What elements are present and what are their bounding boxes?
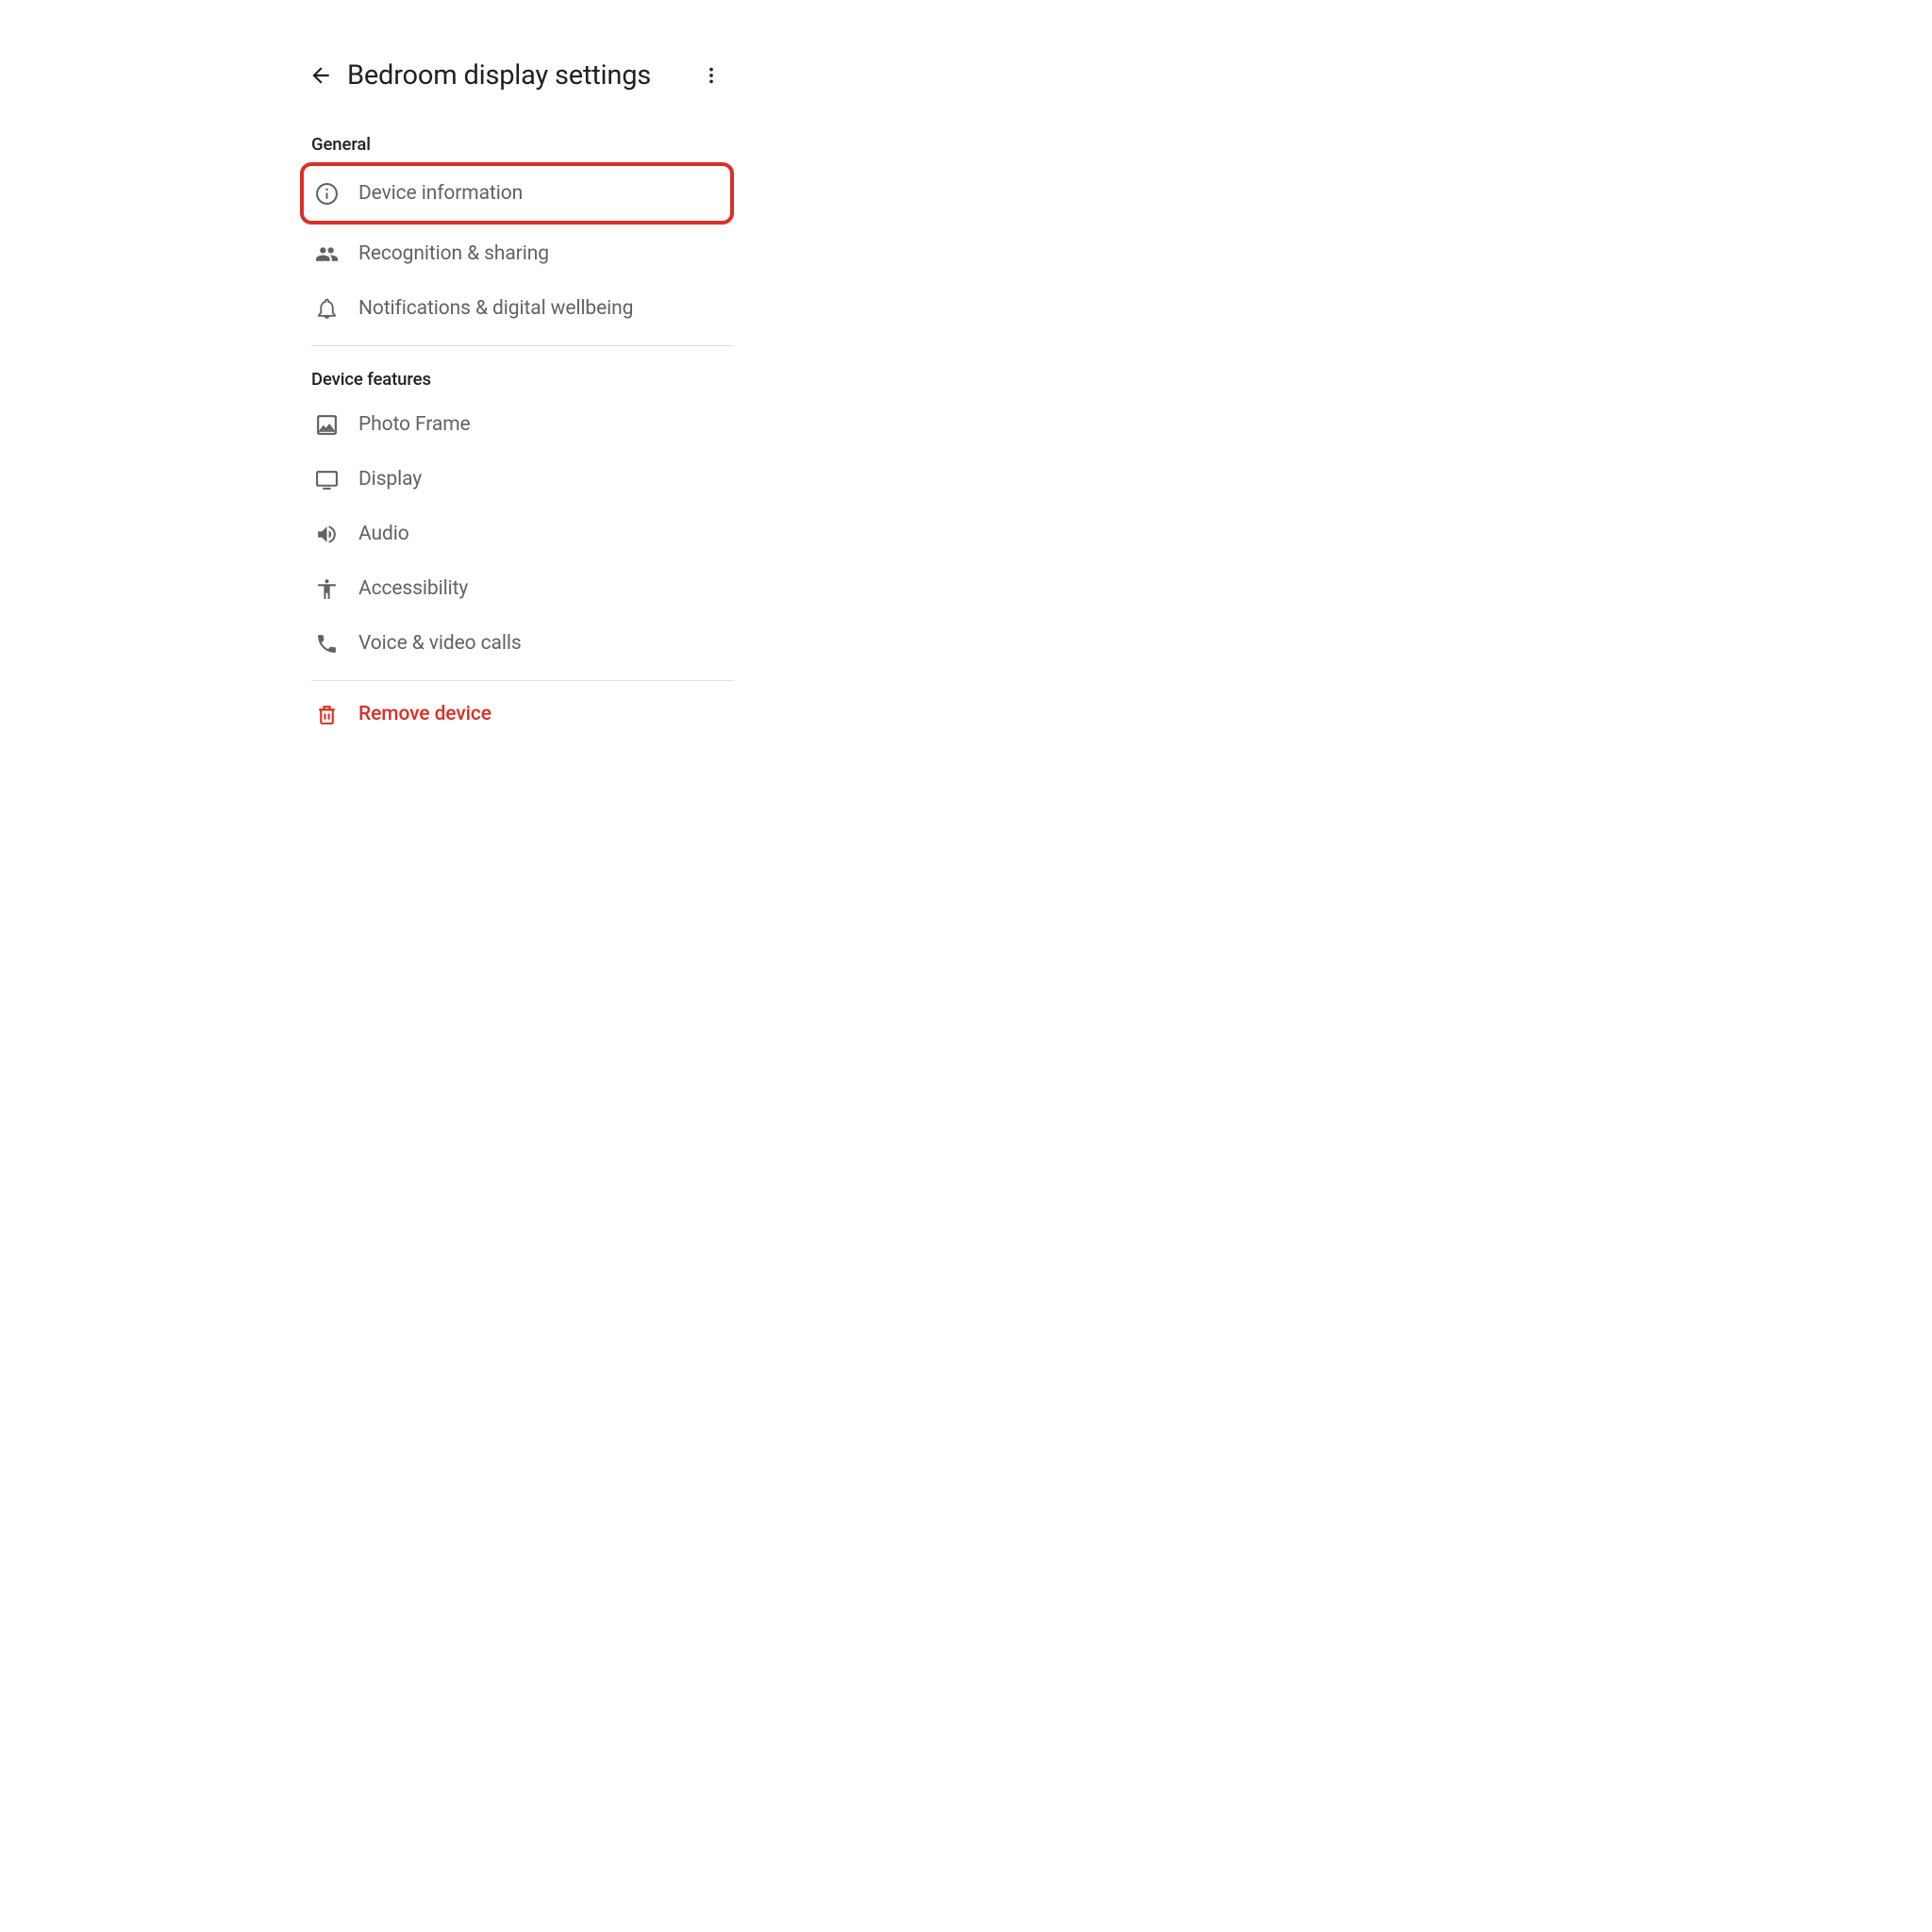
page-title: Bedroom display settings: [347, 59, 651, 92]
list-item-label: Voice & video calls: [358, 632, 522, 655]
highlight-device-information: Device information: [300, 162, 734, 225]
list-item-voice-video-calls[interactable]: Voice & video calls: [300, 616, 734, 671]
list-item-accessibility[interactable]: Accessibility: [300, 561, 734, 616]
arrow-left-icon: [308, 63, 333, 88]
header: Bedroom display settings: [300, 57, 734, 111]
list-item-recognition-sharing[interactable]: Recognition & sharing: [300, 226, 734, 281]
info-icon: [315, 182, 339, 206]
list-item-label: Accessibility: [358, 577, 468, 600]
more-vert-icon: [701, 65, 722, 86]
list-item-label: Device information: [358, 182, 523, 205]
people-icon: [315, 242, 339, 266]
accessibility-icon: [315, 577, 339, 601]
settings-panel: Bedroom display settings General Device …: [300, 57, 734, 741]
list-item-audio[interactable]: Audio: [300, 507, 734, 561]
section-header-general: General: [300, 111, 734, 162]
back-button[interactable]: [302, 57, 340, 94]
image-icon: [315, 413, 339, 437]
volume-icon: [315, 523, 339, 546]
more-options-button[interactable]: [694, 58, 728, 92]
list-item-photo-frame[interactable]: Photo Frame: [300, 397, 734, 452]
list-item-device-information[interactable]: Device information: [304, 166, 730, 221]
list-item-label: Notifications & digital wellbeing: [358, 297, 633, 320]
tv-icon: [315, 468, 339, 491]
trash-icon: [315, 703, 339, 726]
phone-icon: [315, 632, 339, 656]
list-item-label: Recognition & sharing: [358, 242, 549, 265]
list-item-display[interactable]: Display: [300, 452, 734, 507]
list-item-notifications[interactable]: Notifications & digital wellbeing: [300, 281, 734, 336]
bell-icon: [315, 297, 339, 321]
section-header-device-features: Device features: [300, 346, 734, 397]
divider: [311, 680, 734, 681]
list-item-label: Display: [358, 468, 422, 491]
list-item-label: Remove device: [358, 703, 491, 725]
list-item-remove-device[interactable]: Remove device: [300, 687, 734, 741]
list-item-label: Audio: [358, 523, 409, 545]
list-item-label: Photo Frame: [358, 413, 471, 436]
